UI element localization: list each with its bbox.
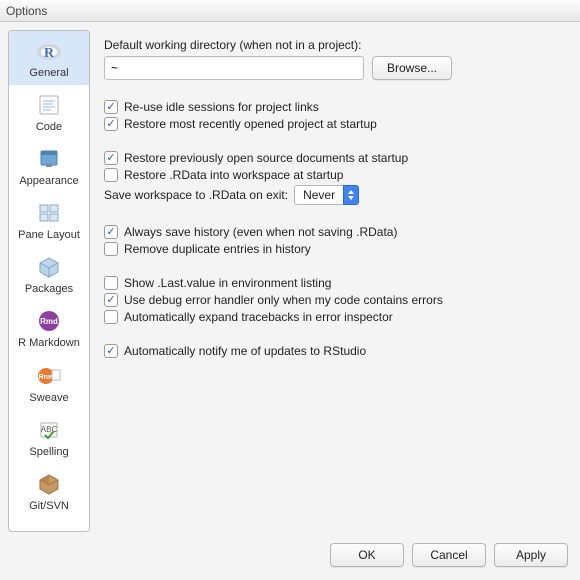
checkbox-label: Restore .RData into workspace at startup: [124, 168, 343, 182]
save-rdata-label: Save workspace to .RData on exit:: [104, 188, 288, 202]
main-panel: Default working directory (when not in a…: [102, 30, 572, 532]
window-title: Options: [6, 4, 47, 18]
r-logo-icon: R: [32, 37, 66, 65]
checkbox-remove-dup[interactable]: Remove duplicate entries in history: [104, 242, 568, 256]
checkbox-icon: [104, 242, 118, 256]
checkbox-auto-traceback[interactable]: Automatically expand tracebacks in error…: [104, 310, 568, 324]
checkbox-auto-notify[interactable]: Automatically notify me of updates to RS…: [104, 344, 568, 358]
svg-text:R: R: [44, 46, 55, 61]
svg-text:Rmd: Rmd: [40, 317, 58, 326]
save-rdata-select[interactable]: Never: [294, 185, 359, 205]
checkbox-show-last[interactable]: Show .Last.value in environment listing: [104, 276, 568, 290]
sweave-icon: Rnw: [32, 362, 66, 390]
checkbox-icon: [104, 117, 118, 131]
apply-button[interactable]: Apply: [494, 543, 568, 567]
checkbox-label: Automatically expand tracebacks in error…: [124, 310, 393, 324]
checkbox-icon: [104, 168, 118, 182]
checkbox-label: Re-use idle sessions for project links: [124, 100, 319, 114]
sidebar-item-sweave[interactable]: Rnw Sweave: [9, 356, 89, 410]
default-dir-input[interactable]: [104, 56, 364, 80]
svg-text:ABC: ABC: [41, 425, 58, 434]
sidebar-item-label: Pane Layout: [18, 229, 80, 241]
checkbox-icon: [104, 293, 118, 307]
default-dir-label: Default working directory (when not in a…: [104, 38, 568, 52]
sidebar-item-r-markdown[interactable]: Rmd R Markdown: [9, 301, 89, 355]
browse-button[interactable]: Browse...: [372, 56, 452, 80]
sidebar-item-label: Spelling: [29, 446, 68, 458]
checkbox-label: Automatically notify me of updates to RS…: [124, 344, 366, 358]
sidebar-item-general[interactable]: R General: [9, 31, 89, 85]
code-icon: [32, 91, 66, 119]
sidebar-item-label: Appearance: [19, 175, 78, 187]
pane-layout-icon: [32, 199, 66, 227]
sidebar-item-git-svn[interactable]: Git/SVN: [9, 464, 89, 518]
checkbox-icon: [104, 276, 118, 290]
checkbox-always-history[interactable]: Always save history (even when not savin…: [104, 225, 568, 239]
sidebar-item-label: Sweave: [29, 392, 68, 404]
cancel-button[interactable]: Cancel: [412, 543, 486, 567]
rmarkdown-icon: Rmd: [32, 307, 66, 335]
git-svn-icon: [32, 470, 66, 498]
checkbox-icon: [104, 310, 118, 324]
checkbox-label: Restore previously open source documents…: [124, 151, 408, 165]
sidebar-item-label: General: [29, 67, 68, 79]
checkbox-icon: [104, 225, 118, 239]
checkbox-icon: [104, 100, 118, 114]
checkbox-icon: [104, 151, 118, 165]
checkbox-restore-project[interactable]: Restore most recently opened project at …: [104, 117, 568, 131]
sidebar-item-label: R Markdown: [18, 337, 80, 349]
save-rdata-value: Never: [303, 188, 335, 202]
publishing-icon: [32, 524, 66, 532]
sidebar-item-spelling[interactable]: ABC Spelling: [9, 410, 89, 464]
checkbox-label: Show .Last.value in environment listing: [124, 276, 331, 290]
checkbox-restore-rdata[interactable]: Restore .RData into workspace at startup: [104, 168, 568, 182]
checkbox-restore-source[interactable]: Restore previously open source documents…: [104, 151, 568, 165]
footer: OK Cancel Apply: [0, 536, 580, 580]
sidebar: R General Code Appearance Pane Layout Package…: [8, 30, 90, 532]
sidebar-item-code[interactable]: Code: [9, 85, 89, 139]
sidebar-item-label: Packages: [25, 283, 73, 295]
checkbox-label: Restore most recently opened project at …: [124, 117, 377, 131]
sidebar-item-pane-layout[interactable]: Pane Layout: [9, 193, 89, 247]
sidebar-item-label: Git/SVN: [29, 500, 69, 512]
checkbox-icon: [104, 344, 118, 358]
spelling-icon: ABC: [32, 416, 66, 444]
checkbox-label: Use debug error handler only when my cod…: [124, 293, 443, 307]
sidebar-item-label: Code: [36, 121, 62, 133]
checkbox-label: Always save history (even when not savin…: [124, 225, 397, 239]
titlebar: Options: [0, 0, 580, 22]
appearance-icon: [32, 145, 66, 173]
chevron-updown-icon: [343, 185, 359, 205]
checkbox-debug-handler[interactable]: Use debug error handler only when my cod…: [104, 293, 568, 307]
sidebar-item-appearance[interactable]: Appearance: [9, 139, 89, 193]
sidebar-item-publishing[interactable]: Publishing: [9, 518, 89, 532]
ok-button[interactable]: OK: [330, 543, 404, 567]
checkbox-reuse-idle[interactable]: Re-use idle sessions for project links: [104, 100, 568, 114]
sidebar-item-packages[interactable]: Packages: [9, 247, 89, 301]
checkbox-label: Remove duplicate entries in history: [124, 242, 311, 256]
packages-icon: [32, 253, 66, 281]
